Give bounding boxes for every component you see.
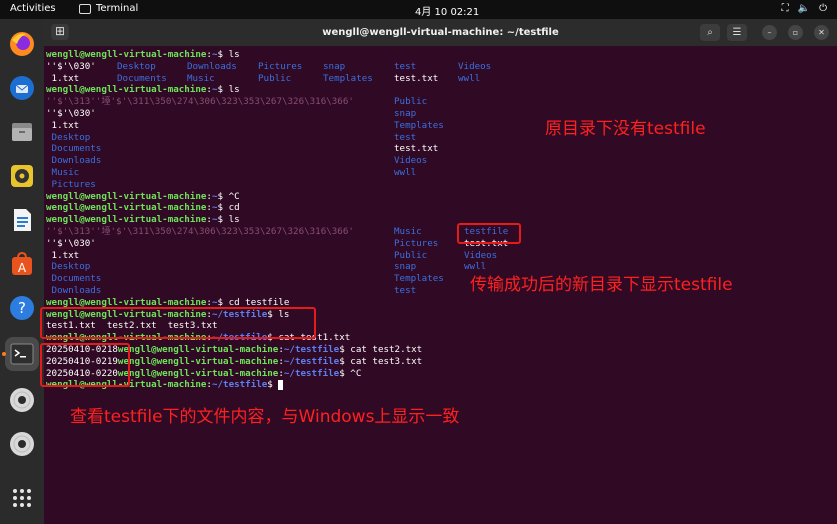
files-icon[interactable] [5,115,39,149]
writer-icon[interactable] [5,203,39,237]
terminal-line: ''$'\030' Pictures test.txt [46,237,509,249]
apps-grid-icon[interactable] [5,481,39,515]
terminal-small-icon [79,3,91,14]
terminal-line: wengll@wengll-virtual-machine:~$ ls [46,214,240,226]
app-menu[interactable]: Terminal [79,3,138,14]
dock: A ? [0,19,44,524]
search-button[interactable]: ⌕ [700,24,720,41]
terminal-line: ''$'\030' Desktop Downloads Pictures sna… [46,60,492,72]
menu-button[interactable]: ☰ [727,24,747,41]
app-menu-label: Terminal [96,3,139,14]
terminal-line: wengll@wengll-virtual-machine:~$ cd [46,202,240,214]
top-bar: Activities Terminal 4月 10 02:21 ⛶ 🔈 ⏻ [0,0,837,19]
terminal-line: Downloads Videos [46,155,428,167]
terminal-line: ''$'\030' snap [46,108,417,119]
terminal-line: wengll@wengll-virtual-machine:~$ ^C [46,190,240,202]
power-icon: ⏻ [819,3,827,14]
rhythmbox-icon[interactable] [5,159,39,193]
annotation-note-1: 原目录下没有testfile [545,119,706,139]
terminal-line: wengll@wengll-virtual-machine:~$ ls [46,49,240,60]
volume-icon: 🔈 [797,3,811,14]
software-icon[interactable]: A [5,247,39,281]
help-icon[interactable]: ? [5,291,39,325]
disc-icon[interactable] [5,383,39,417]
terminal-icon[interactable] [5,337,39,371]
terminal-line: Music wwll [46,167,417,178]
activities-button[interactable]: Activities [10,3,56,14]
running-indicator [2,352,6,356]
annotation-note-3: 查看testfile下的文件内容，与Windows上显示一致 [70,407,460,427]
network-icon: ⛶ [781,3,789,14]
terminal-line: ''$'\313''㙵'$'\311\350\274\306\323\353\2… [46,226,509,237]
terminal-line: wengll@wengll-virtual-machine:~$ ls [46,84,240,96]
thunderbird-icon[interactable] [5,71,39,105]
highlight-ls-box [40,307,316,339]
highlight-testfile-box [457,223,521,244]
clock[interactable]: 4月 10 02:21 [415,3,479,18]
terminal-line: Desktop test [46,131,417,143]
svg-text:?: ? [18,299,26,317]
maximize-button[interactable]: ▫ [788,25,803,40]
terminal-line: ''$'\313''㙵'$'\311\350\274\306\323\353\2… [46,96,428,108]
minimize-button[interactable]: – [762,25,777,40]
highlight-cat-output-box [40,343,130,387]
terminal-line: 1.txt Public Videos [46,249,498,261]
annotation-note-2: 传输成功后的新目录下显示testfile [470,275,733,295]
terminal-line: Documents test.txt [46,143,439,155]
text-cursor [278,379,284,390]
title-bar[interactable]: ⊞ wengll@wengll-virtual-machine: ~/testf… [44,19,837,46]
terminal-line: 1.txt Templates [46,119,444,131]
terminal-line: Pictures [46,178,96,190]
disc-icon-2[interactable] [5,427,39,461]
terminal-line: 1.txt Documents Music Public Templates t… [46,72,481,84]
firefox-icon[interactable] [5,27,39,61]
svg-text:A: A [18,261,27,275]
close-button[interactable]: ✕ [814,25,829,40]
system-tray[interactable]: ⛶ 🔈 ⏻ [782,3,827,14]
